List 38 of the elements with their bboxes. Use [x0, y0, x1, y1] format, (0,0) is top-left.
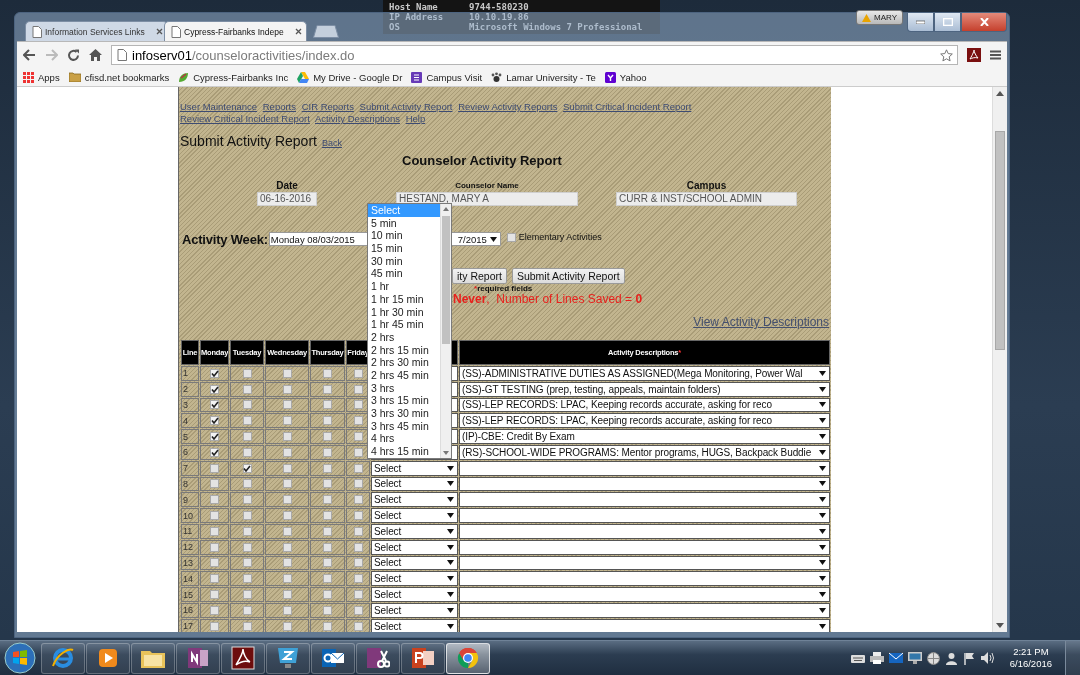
status-message: Never, Number of Lines Saved = 0	[453, 292, 643, 306]
table-cell: 10	[181, 508, 199, 523]
page-title: Submit Activity Report	[180, 133, 317, 149]
checkbox-label: Elementary Activities	[518, 232, 602, 242]
read-only-field: CURR & INST/SCHOOL ADMIN	[616, 192, 797, 206]
field-label: Date	[275, 180, 299, 192]
read-only-field: 06-16-2016	[257, 192, 317, 206]
table-cell: 6	[181, 445, 199, 460]
table-cell: 15	[181, 587, 199, 602]
table-cell: 12	[181, 539, 199, 555]
clock-time: 2:21 PM	[1012, 646, 1050, 658]
table-cell: 7	[181, 460, 199, 476]
week-label: Activity Week:	[182, 231, 268, 247]
address-text: infoserv01/counseloractivities/index.do	[132, 47, 356, 63]
table-cell: 11	[181, 523, 199, 539]
table-cell: 17	[181, 618, 199, 632]
info-value: 9744-580230	[469, 2, 530, 12]
table-cell: 8	[181, 476, 199, 492]
table-cell: 16	[181, 602, 199, 618]
table-cell: 14	[181, 571, 199, 587]
field-label: Campus	[685, 180, 728, 192]
read-only-field: HESTAND, MARY A	[396, 192, 578, 206]
info-value: Microsoft Windows 7 Professional	[469, 22, 644, 32]
table-cell: 3	[181, 397, 199, 413]
info-label: Host Name	[389, 2, 439, 12]
table-cell: 2	[181, 381, 199, 397]
clock-date: 6/16/2016	[1009, 658, 1052, 670]
table-cell: 5	[181, 429, 199, 444]
table-cell: 9	[181, 492, 199, 508]
table-cell: 4	[181, 413, 199, 429]
report-heading: Counselor Activity Report	[401, 153, 563, 169]
required-note: *required fields	[474, 284, 533, 293]
table-cell: 1	[181, 366, 199, 381]
table-cell: 13	[181, 555, 199, 571]
field-label: Counselor Name	[454, 180, 520, 192]
info-label: OS	[389, 22, 401, 32]
info-label: IP Address	[389, 12, 445, 22]
info-value: 10.10.19.86	[469, 12, 530, 22]
